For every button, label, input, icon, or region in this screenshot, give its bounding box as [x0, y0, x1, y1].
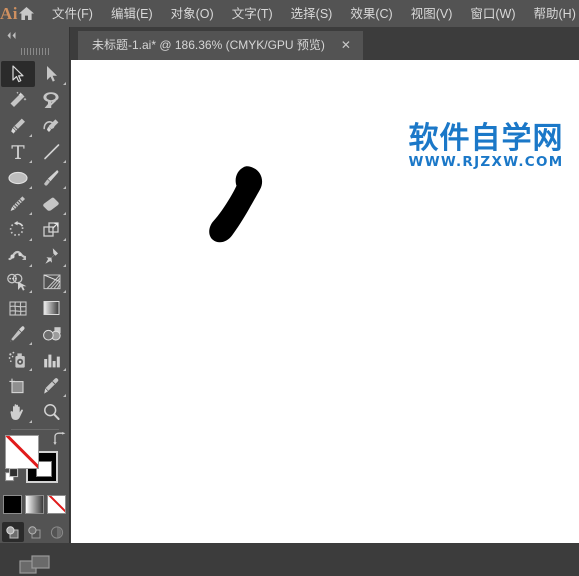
free-transform-tool[interactable] [35, 243, 69, 269]
document-tab-bar: 未标题-1.ai* @ 186.36% (CMYK/GPU 预览) ✕ [70, 27, 579, 60]
illustrator-window: Ai 文件(F) 编辑(E) 对象(O) 文字(T) 选择(S) 效果(C) 视… [0, 0, 579, 543]
curvature-pen-icon [42, 117, 61, 135]
scale-tool[interactable] [35, 217, 69, 243]
menu-item-select[interactable]: 选择(S) [282, 3, 342, 25]
menu-item-type[interactable]: 文字(T) [223, 3, 282, 25]
menu-bar: Ai 文件(F) 编辑(E) 对象(O) 文字(T) 选择(S) 效果(C) 视… [0, 0, 579, 27]
menu-item-help[interactable]: 帮助(H) [525, 3, 579, 25]
hand-icon [8, 403, 27, 421]
eraser-icon [42, 196, 61, 213]
mesh-icon [8, 300, 28, 317]
menu-item-window[interactable]: 窗口(W) [461, 3, 524, 25]
draw-normal-button[interactable] [2, 522, 24, 542]
line-segment-tool[interactable] [35, 139, 69, 165]
hand-tool[interactable] [1, 399, 35, 425]
menu-item-effect[interactable]: 效果(C) [341, 3, 401, 25]
lasso-tool[interactable] [35, 87, 69, 113]
double-chevron-left-icon [6, 31, 18, 40]
home-icon[interactable] [18, 0, 35, 27]
bar-chart-icon [42, 352, 61, 369]
color-mode-button[interactable] [3, 495, 22, 514]
perspective-grid-tool[interactable] [35, 269, 69, 295]
paintbrush-icon [42, 169, 61, 187]
none-slash-indicator [6, 435, 39, 469]
zoom-tool[interactable] [35, 399, 69, 425]
pen-tool[interactable] [1, 113, 35, 139]
rotate-tool[interactable] [1, 217, 35, 243]
draw-mode-row [0, 522, 69, 542]
collapse-panel-button[interactable] [0, 27, 69, 43]
eyedropper-tool[interactable] [1, 321, 35, 347]
artboard-icon [8, 377, 27, 395]
swap-fill-stroke-icon[interactable] [52, 432, 66, 450]
fill-stroke-control [4, 433, 66, 489]
shape-builder-icon [7, 273, 28, 291]
perspective-grid-icon [42, 273, 62, 291]
blend-tool[interactable] [35, 321, 69, 347]
free-transform-pin-icon [43, 247, 60, 265]
scale-icon [42, 221, 61, 239]
gradient-icon [42, 300, 61, 316]
document-canvas[interactable]: 软件自学网 WWW.RJZXW.COM [71, 60, 579, 543]
menu-item-view[interactable]: 视图(V) [402, 3, 462, 25]
ellipse-icon [7, 170, 29, 186]
eraser-tool[interactable] [35, 191, 69, 217]
shape-builder-tool[interactable] [1, 269, 35, 295]
eyedropper-icon [8, 325, 27, 343]
paintbrush-tool[interactable] [35, 165, 69, 191]
pencil-icon [8, 195, 27, 213]
type-tool[interactable] [1, 139, 35, 165]
blend-icon [42, 326, 62, 342]
lasso-icon [42, 91, 61, 109]
draw-inside-button[interactable] [46, 522, 68, 542]
gradient-tool[interactable] [35, 295, 69, 321]
direct-selection-arrow-icon [45, 65, 58, 83]
symbol-sprayer-tool[interactable] [1, 347, 35, 373]
slice-tool[interactable] [35, 373, 69, 399]
shaper-pencil-tool[interactable] [1, 191, 35, 217]
line-diagonal-icon [43, 143, 61, 161]
width-warp-tool[interactable] [1, 243, 35, 269]
gradient-mode-button[interactable] [25, 495, 44, 514]
close-icon[interactable]: ✕ [325, 31, 363, 60]
none-mode-button[interactable] [47, 495, 66, 514]
pen-nib-icon [8, 117, 27, 135]
color-mode-row [0, 495, 69, 514]
magic-wand-tool[interactable] [1, 87, 35, 113]
watermark: 软件自学网 WWW.RJZXW.COM [401, 122, 571, 170]
brush-stroke-artwork[interactable] [207, 165, 269, 260]
document-tab-title: 未标题-1.ai* @ 186.36% (CMYK/GPU 预览) [92, 31, 325, 60]
menu-item-file[interactable]: 文件(F) [43, 3, 102, 25]
column-graph-tool[interactable] [35, 347, 69, 373]
mesh-tool[interactable] [1, 295, 35, 321]
tools-panel [0, 27, 70, 543]
ellipse-tool[interactable] [1, 165, 35, 191]
selection-tool[interactable] [1, 61, 35, 87]
fill-swatch[interactable] [5, 435, 39, 469]
selection-arrow-icon [11, 65, 25, 83]
watermark-url: WWW.RJZXW.COM [401, 155, 571, 170]
draw-behind-button[interactable] [24, 522, 46, 542]
type-T-icon [10, 143, 26, 161]
slice-knife-icon [42, 377, 61, 395]
magnifier-icon [42, 403, 61, 421]
artboard-tool[interactable] [1, 373, 35, 399]
toolbar-divider [11, 429, 59, 430]
document-tab[interactable]: 未标题-1.ai* @ 186.36% (CMYK/GPU 预览) ✕ [78, 31, 363, 60]
rotate-icon [8, 221, 27, 239]
app-logo: Ai [0, 0, 18, 27]
width-warp-icon [8, 247, 28, 265]
menu-item-edit[interactable]: 编辑(E) [102, 3, 162, 25]
change-screen-mode-button[interactable] [0, 554, 69, 576]
direct-selection-tool[interactable] [35, 61, 69, 87]
panel-grip[interactable] [0, 43, 69, 59]
watermark-chinese: 软件自学网 [401, 122, 571, 156]
tool-grid [0, 59, 69, 425]
symbol-sprayer-icon [8, 351, 28, 369]
menu-items: 文件(F) 编辑(E) 对象(O) 文字(T) 选择(S) 效果(C) 视图(V… [43, 3, 579, 25]
menu-item-object[interactable]: 对象(O) [162, 3, 223, 25]
default-fill-stroke-icon[interactable] [5, 468, 19, 487]
curvature-tool[interactable] [35, 113, 69, 139]
magic-wand-icon [8, 91, 27, 109]
